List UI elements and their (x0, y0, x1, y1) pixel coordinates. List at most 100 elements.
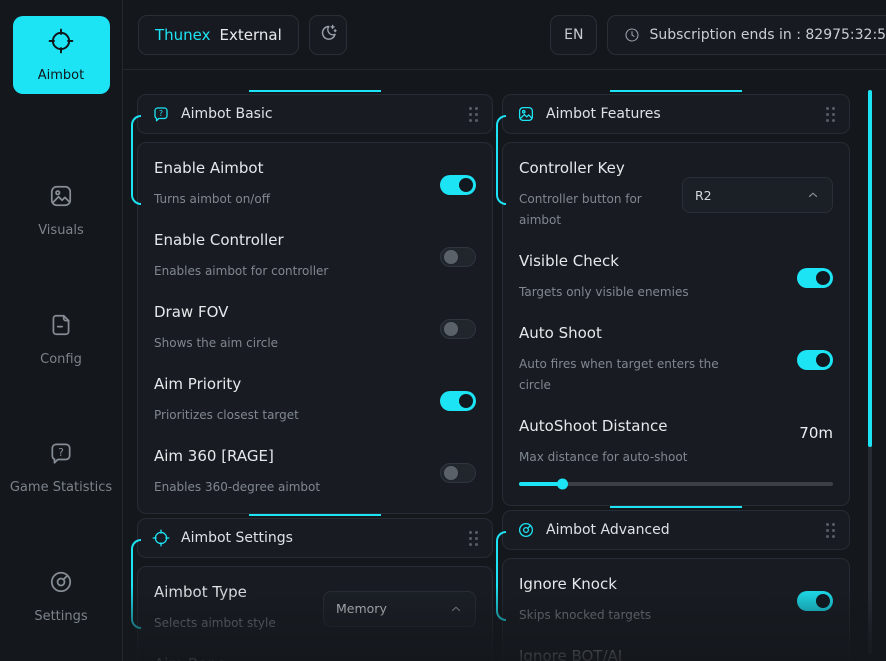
content-scrollbar[interactable] (868, 90, 872, 655)
question-bubble-icon: ? (152, 105, 170, 123)
svg-text:?: ? (159, 109, 163, 118)
ignore-knock-toggle[interactable] (797, 591, 833, 611)
setting-description: Prioritizes closest target (154, 405, 299, 426)
enable-aimbot-toggle[interactable] (440, 175, 476, 195)
language-label: EN (564, 27, 583, 43)
chevron-up-icon (449, 602, 463, 616)
controller-key-select[interactable]: R2 (682, 177, 833, 213)
card-title: Aimbot Settings (181, 530, 293, 546)
card-body-aimbot-basic: Enable Aimbot Turns aimbot on/off Enable… (137, 142, 493, 514)
sidebar-item-aimbot[interactable]: Aimbot (13, 16, 110, 94)
setting-description: Turns aimbot on/off (154, 189, 270, 210)
setting-description: Auto fires when target enters the circle (519, 354, 731, 396)
sidebar-item-config[interactable]: Config (0, 275, 122, 404)
setting-label: Draw FOV (154, 303, 278, 321)
brand-suffix: External (220, 26, 282, 44)
setting-label: Aim Bone (154, 655, 316, 661)
image-icon (48, 183, 74, 213)
setting-row: Enable Controller Enables aimbot for con… (154, 220, 476, 292)
image-icon (517, 105, 535, 123)
setting-description: Controller button for aimbot (519, 189, 682, 231)
sidebar-item-settings[interactable]: Settings (0, 532, 122, 661)
setting-label: Enable Controller (154, 231, 328, 249)
setting-row: Aimbot Type Selects aimbot style Memory (154, 572, 476, 644)
section-accent-bracket (496, 531, 506, 621)
sidebar-item-label: Config (40, 352, 82, 367)
sidebar-item-game-statistics[interactable]: ? Game Statistics (0, 404, 122, 533)
drag-handle[interactable] (826, 107, 835, 122)
disc-icon (517, 521, 535, 539)
sidebar-item-label: Game Statistics (10, 480, 112, 495)
card-header-aimbot-basic: ? Aimbot Basic (137, 94, 493, 134)
column-right: Aimbot Features Controller Key Controlle… (502, 90, 850, 661)
autoshoot-distance-slider[interactable] (519, 482, 833, 486)
setting-row: Auto Shoot Auto fires when target enters… (519, 313, 833, 406)
setting-label: Enable Aimbot (154, 159, 270, 177)
slider-knob[interactable] (557, 479, 568, 490)
question-bubble-icon: ? (48, 440, 74, 470)
sidebar-item-label: Aimbot (38, 68, 84, 83)
drag-handle[interactable] (826, 523, 835, 538)
sidebar-item-label: Visuals (38, 223, 84, 238)
setting-label: Aim Priority (154, 375, 299, 393)
aim-360-rage-toggle[interactable] (440, 463, 476, 483)
aim-priority-toggle[interactable] (440, 391, 476, 411)
section-aimbot-advanced: Aimbot Advanced Ignore Knock Skips knock… (502, 506, 850, 661)
section-accent-line (249, 90, 381, 92)
setting-label: Ignore BOT/AI (519, 647, 642, 661)
setting-row: Ignore Knock Skips knocked targets (519, 564, 833, 636)
section-aimbot-basic: ? Aimbot Basic Enable Aimbot Turns aimbo… (137, 90, 493, 514)
setting-label: Auto Shoot (519, 324, 731, 342)
setting-row: Visible Check Targets only visible enemi… (519, 241, 833, 313)
moon-icon (318, 23, 338, 47)
setting-description: Enables 360-degree aimbot (154, 477, 320, 498)
aimbot-type-select[interactable]: Memory (323, 591, 476, 627)
section-accent-bracket (131, 115, 141, 205)
setting-description: Targets only visible enemies (519, 282, 689, 303)
setting-row: Aim 360 [RAGE] Enables 360-degree aimbot (154, 436, 476, 508)
visible-check-toggle[interactable] (797, 268, 833, 288)
card-body-aimbot-advanced: Ignore Knock Skips knocked targets Ignor… (502, 558, 850, 661)
card-header-aimbot-features: Aimbot Features (502, 94, 850, 134)
content-area: ? Aimbot Basic Enable Aimbot Turns aimbo… (123, 70, 886, 661)
setting-label: AutoShoot Distance (519, 417, 667, 435)
setting-label: Aim 360 [RAGE] (154, 447, 320, 465)
setting-label: Controller Key (519, 159, 682, 177)
card-body-aimbot-settings: Aimbot Type Selects aimbot style Memory … (137, 566, 493, 661)
draw-fov-toggle[interactable] (440, 319, 476, 339)
scrollbar-thumb[interactable] (868, 90, 872, 447)
select-value: R2 (695, 188, 712, 203)
setting-description: Max distance for auto-shoot (519, 447, 833, 468)
section-accent-line (249, 514, 381, 516)
theme-toggle-button[interactable] (309, 15, 347, 55)
section-aimbot-settings: Aimbot Settings Aimbot Type Selects aimb… (137, 514, 493, 661)
drag-handle[interactable] (469, 107, 478, 122)
topbar: Thunex External EN Subscription ends in … (123, 0, 886, 70)
setting-description: Skips knocked targets (519, 605, 651, 626)
setting-label: Ignore Knock (519, 575, 651, 593)
auto-shoot-toggle[interactable] (797, 350, 833, 370)
disc-icon (48, 569, 74, 599)
setting-row: Controller Key Controller button for aim… (519, 148, 833, 241)
card-title: Aimbot Basic (181, 106, 273, 122)
section-accent-line (610, 90, 742, 92)
setting-label: Aimbot Type (154, 583, 276, 601)
drag-handle[interactable] (469, 531, 478, 546)
setting-row: Aim Priority Prioritizes closest target (154, 364, 476, 436)
sidebar-item-visuals[interactable]: Visuals (0, 146, 122, 275)
sidebar: Aimbot Visuals Config ? Game Statistics … (0, 0, 123, 661)
language-button[interactable]: EN (550, 15, 597, 55)
setting-row: Ignore BOT/AI Skips BOT/AI targets (519, 636, 833, 661)
enable-controller-toggle[interactable] (440, 247, 476, 267)
app-window: Aimbot Visuals Config ? Game Statistics … (0, 0, 886, 661)
column-left: ? Aimbot Basic Enable Aimbot Turns aimbo… (137, 90, 493, 661)
file-icon (48, 312, 74, 342)
sidebar-item-label: Settings (34, 609, 87, 624)
card-body-aimbot-features: Controller Key Controller button for aim… (502, 142, 850, 506)
section-accent-bracket (131, 539, 141, 629)
setting-description: Shows the aim circle (154, 333, 278, 354)
brand-button[interactable]: Thunex External (138, 15, 299, 55)
subscription-text: Subscription ends in : 82975:32:53 (649, 27, 886, 43)
card-header-aimbot-advanced: Aimbot Advanced (502, 510, 850, 550)
setting-row: Aim Bone Chooses the aim body part Head (154, 644, 476, 661)
